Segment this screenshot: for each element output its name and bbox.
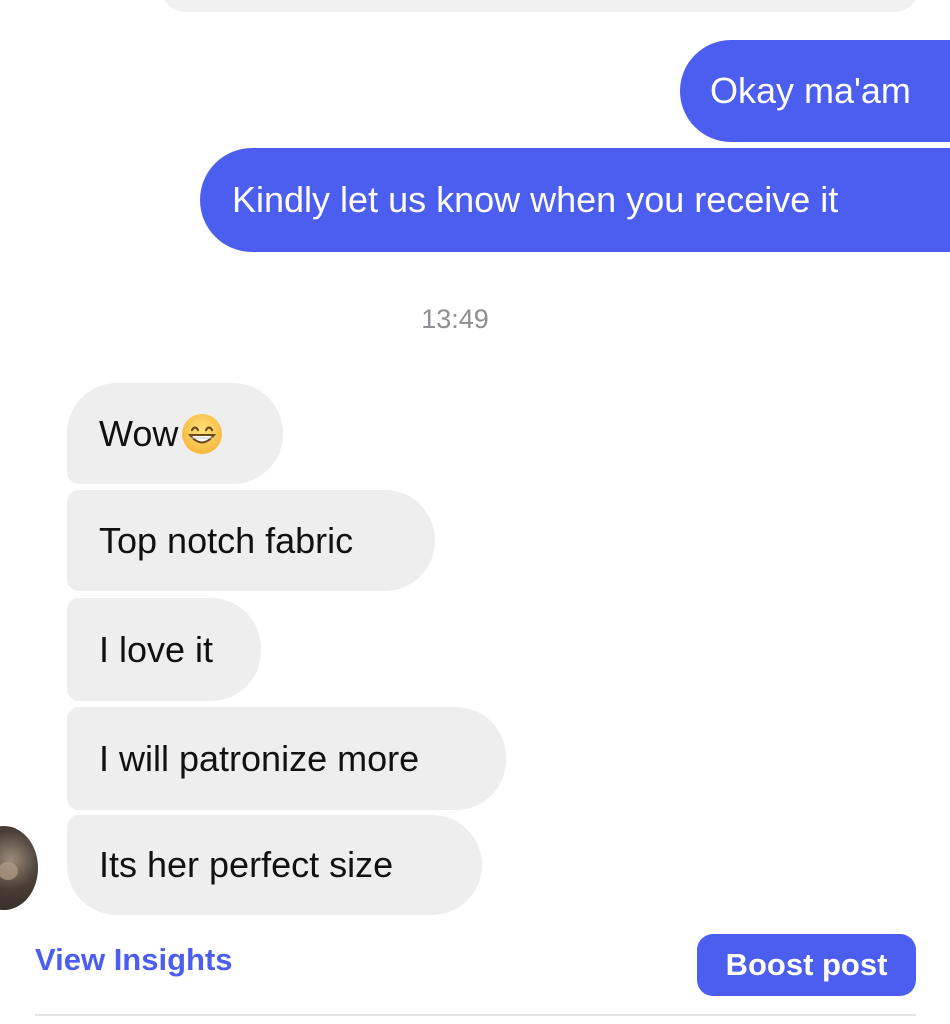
footer-divider: [35, 1014, 916, 1016]
message-text: Wow: [99, 412, 179, 454]
view-insights-link[interactable]: View Insights: [35, 942, 233, 978]
incoming-message-bubble[interactable]: I love it: [67, 598, 261, 701]
message-text: Okay ma'am: [710, 70, 911, 111]
boost-post-label: Boost post: [725, 947, 888, 982]
incoming-message-bubble[interactable]: Its her perfect size: [67, 815, 482, 915]
incoming-message-bubble[interactable]: Top notch fabric: [67, 490, 435, 591]
previous-message-bubble: [160, 0, 920, 12]
message-text: Its her perfect size: [99, 844, 394, 885]
message-text: Kindly let us know when you receive it: [232, 179, 839, 220]
outgoing-message-bubble[interactable]: Kindly let us know when you receive it: [200, 148, 950, 252]
message-text: Top notch fabric: [99, 519, 354, 561]
message-text: I love it: [99, 628, 214, 670]
avatar-photo-detail: [0, 862, 18, 880]
incoming-message-bubble[interactable]: I will patronize more: [67, 707, 506, 810]
incoming-message-bubble[interactable]: Wow: [67, 383, 283, 484]
grinning-emoji-icon: [180, 412, 224, 456]
boost-post-button[interactable]: Boost post: [697, 934, 916, 996]
message-text: I will patronize more: [99, 737, 420, 779]
outgoing-message-bubble[interactable]: Okay ma'am: [680, 40, 950, 142]
sender-avatar[interactable]: [0, 826, 38, 910]
message-timestamp: 13:49: [421, 304, 489, 334]
